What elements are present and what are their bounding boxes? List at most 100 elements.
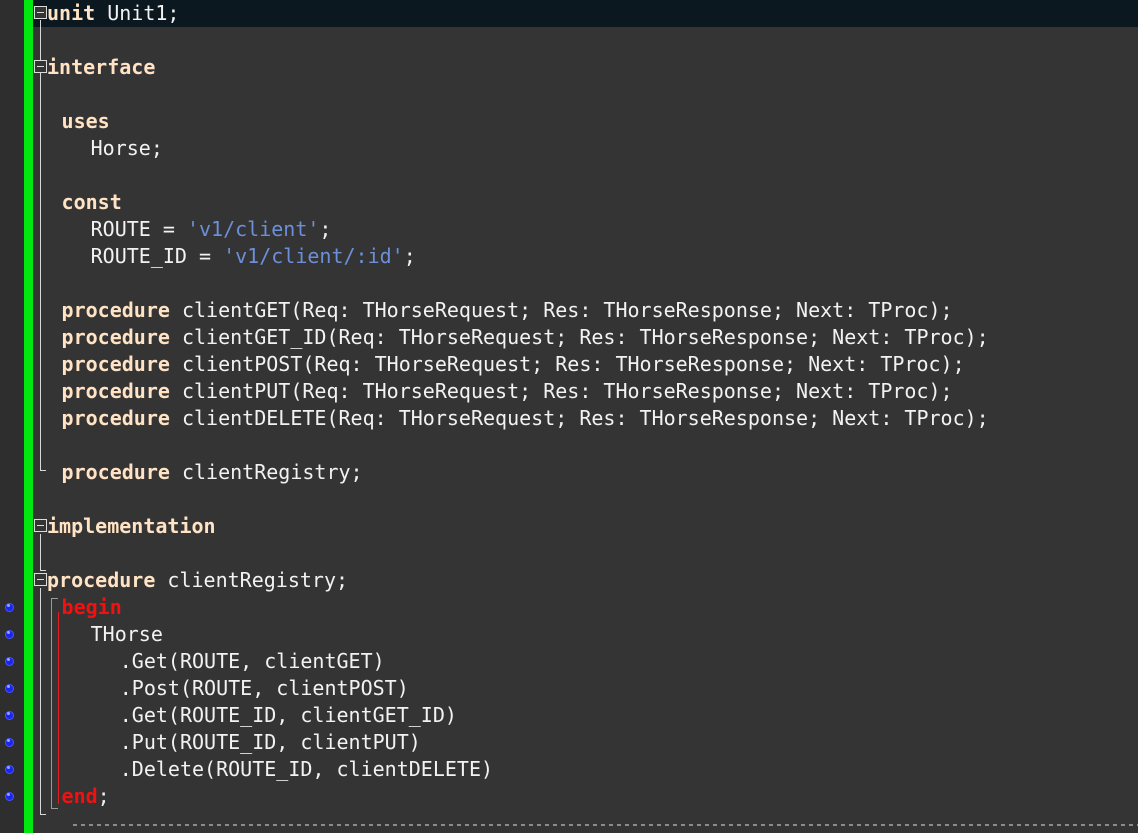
code-line-text: implementation <box>33 513 216 540</box>
token-redkw: begin <box>61 595 122 619</box>
code-line[interactable]: procedure clientGET_ID(Req: THorseReques… <box>33 324 1138 351</box>
token-kw: procedure <box>61 352 170 376</box>
code-line-text: procedure clientGET_ID(Req: THorseReques… <box>33 324 989 351</box>
editor-gutter[interactable] <box>0 0 24 833</box>
breakpoint-marker-icon[interactable] <box>5 792 14 801</box>
code-line[interactable]: .Post(ROUTE, clientPOST) <box>33 675 1138 702</box>
token-kw: uses <box>61 109 110 133</box>
token-id: clientGET(Req: THorseRequest; Res: THors… <box>169 298 953 322</box>
code-line-text: procedure clientPOST(Req: THorseRequest;… <box>33 351 965 378</box>
breakpoint-marker-icon[interactable] <box>5 603 14 612</box>
token-kw: procedure <box>61 325 170 349</box>
code-line[interactable]: procedure clientRegistry; <box>33 567 1138 594</box>
code-line-text: .Get(ROUTE_ID, clientGET_ID) <box>33 702 457 729</box>
token-id: clientRegistry; <box>155 568 349 592</box>
code-line-text: .Delete(ROUTE_ID, clientDELETE) <box>33 756 493 783</box>
token-id: .Post(ROUTE, clientPOST) <box>119 676 409 700</box>
breakpoint-marker-icon[interactable] <box>5 738 14 747</box>
code-line[interactable]: end; <box>33 783 1138 810</box>
implementation-fold-guide-foot <box>40 570 46 571</box>
code-line[interactable]: .Get(ROUTE_ID, clientGET_ID) <box>33 702 1138 729</box>
fold-toggle-icon[interactable] <box>34 519 47 532</box>
code-line-text: Horse; <box>33 135 163 162</box>
code-line-text: procedure clientRegistry; <box>33 459 363 486</box>
code-line-text: .Put(ROUTE_ID, clientPUT) <box>33 729 421 756</box>
code-line[interactable]: procedure clientRegistry; <box>33 459 1138 486</box>
code-line-text: procedure clientRegistry; <box>33 567 348 594</box>
token-kw: procedure <box>61 460 170 484</box>
token-punct: ; <box>319 217 332 241</box>
breakpoint-marker-icon[interactable] <box>5 684 14 693</box>
breakpoint-marker-icon[interactable] <box>5 765 14 774</box>
code-line[interactable]: uses <box>33 108 1138 135</box>
token-id: .Get(ROUTE, clientGET) <box>119 649 385 673</box>
begin-end-block-guide <box>51 598 52 808</box>
token-str: 'v1/client/:id' <box>223 244 404 268</box>
breakpoint-marker-icon[interactable] <box>5 711 14 720</box>
token-id: clientDELETE(Req: THorseRequest; Res: TH… <box>169 406 989 430</box>
breakpoint-marker-icon[interactable] <box>5 630 14 639</box>
token-kw: procedure <box>61 406 170 430</box>
code-line[interactable] <box>33 540 1138 567</box>
code-line[interactable] <box>33 81 1138 108</box>
code-line[interactable]: procedure clientPOST(Req: THorseRequest;… <box>33 351 1138 378</box>
token-id: clientRegistry; <box>169 460 363 484</box>
code-line-text: procedure clientPUT(Req: THorseRequest; … <box>33 378 953 405</box>
code-line[interactable] <box>33 486 1138 513</box>
code-line[interactable]: Horse; <box>33 135 1138 162</box>
fold-toggle-icon[interactable] <box>34 573 47 586</box>
code-line-text: .Get(ROUTE, clientGET) <box>33 648 385 675</box>
code-line[interactable]: unit Unit1; <box>33 0 1138 27</box>
code-line[interactable]: .Delete(ROUTE_ID, clientDELETE) <box>33 756 1138 783</box>
token-id: clientGET_ID(Req: THorseRequest; Res: TH… <box>169 325 989 349</box>
code-surface[interactable]: unit Unit1; interface uses Horse; const ROUTE… <box>33 0 1138 833</box>
token-id: .Delete(ROUTE_ID, clientDELETE) <box>119 757 494 781</box>
token-punct: ; <box>97 784 110 808</box>
code-line-text: .Post(ROUTE, clientPOST) <box>33 675 409 702</box>
code-line[interactable] <box>33 27 1138 54</box>
code-line[interactable] <box>33 270 1138 297</box>
token-id: THorse <box>90 622 163 646</box>
code-line[interactable]: ROUTE = 'v1/client'; <box>33 216 1138 243</box>
code-line-text: procedure clientDELETE(Req: THorseReques… <box>33 405 989 432</box>
interface-fold-guide <box>40 20 41 470</box>
token-id: ROUTE = <box>90 217 187 241</box>
code-line[interactable]: const <box>33 189 1138 216</box>
code-line[interactable]: procedure clientDELETE(Req: THorseReques… <box>33 405 1138 432</box>
begin-end-block-foot <box>51 808 58 809</box>
code-line[interactable]: ROUTE_ID = 'v1/client/:id'; <box>33 243 1138 270</box>
code-line[interactable]: .Get(ROUTE, clientGET) <box>33 648 1138 675</box>
token-id: clientPOST(Req: THorseRequest; Res: THor… <box>169 352 965 376</box>
breakpoint-marker-icon[interactable] <box>5 657 14 666</box>
code-line[interactable]: THorse <box>33 621 1138 648</box>
code-line-text: const <box>33 189 122 216</box>
code-line-text: ROUTE = 'v1/client'; <box>33 216 332 243</box>
code-line-text: end; <box>33 783 110 810</box>
bottom-dotted-separator <box>73 824 1138 826</box>
code-line-text: interface <box>33 54 155 81</box>
code-line[interactable]: interface <box>33 54 1138 81</box>
code-line[interactable]: implementation <box>33 513 1138 540</box>
token-id: ROUTE_ID = <box>90 244 224 268</box>
code-editor[interactable]: unit Unit1; interface uses Horse; const ROUTE… <box>0 0 1138 833</box>
clientregistry-fold-guide <box>40 588 41 814</box>
code-line-text: procedure clientGET(Req: THorseRequest; … <box>33 297 953 324</box>
code-line[interactable]: .Put(ROUTE_ID, clientPUT) <box>33 729 1138 756</box>
code-line-text: uses <box>33 108 110 135</box>
token-kw: const <box>61 190 122 214</box>
interface-fold-guide-foot <box>40 470 46 471</box>
code-line[interactable]: begin <box>33 594 1138 621</box>
code-line[interactable] <box>33 432 1138 459</box>
code-line[interactable]: procedure clientPUT(Req: THorseRequest; … <box>33 378 1138 405</box>
code-line[interactable] <box>33 162 1138 189</box>
code-line-text: unit Unit1; <box>33 0 179 27</box>
code-line[interactable]: procedure clientGET(Req: THorseRequest; … <box>33 297 1138 324</box>
fold-toggle-icon[interactable] <box>34 6 47 19</box>
fold-toggle-icon[interactable] <box>34 60 47 73</box>
token-id: clientPUT(Req: THorseRequest; Res: THors… <box>169 379 953 403</box>
implementation-fold-guide <box>40 534 41 570</box>
token-kw: procedure <box>47 568 156 592</box>
code-line-text: THorse <box>33 621 163 648</box>
token-kw: implementation <box>47 514 216 538</box>
token-kw: procedure <box>61 379 170 403</box>
